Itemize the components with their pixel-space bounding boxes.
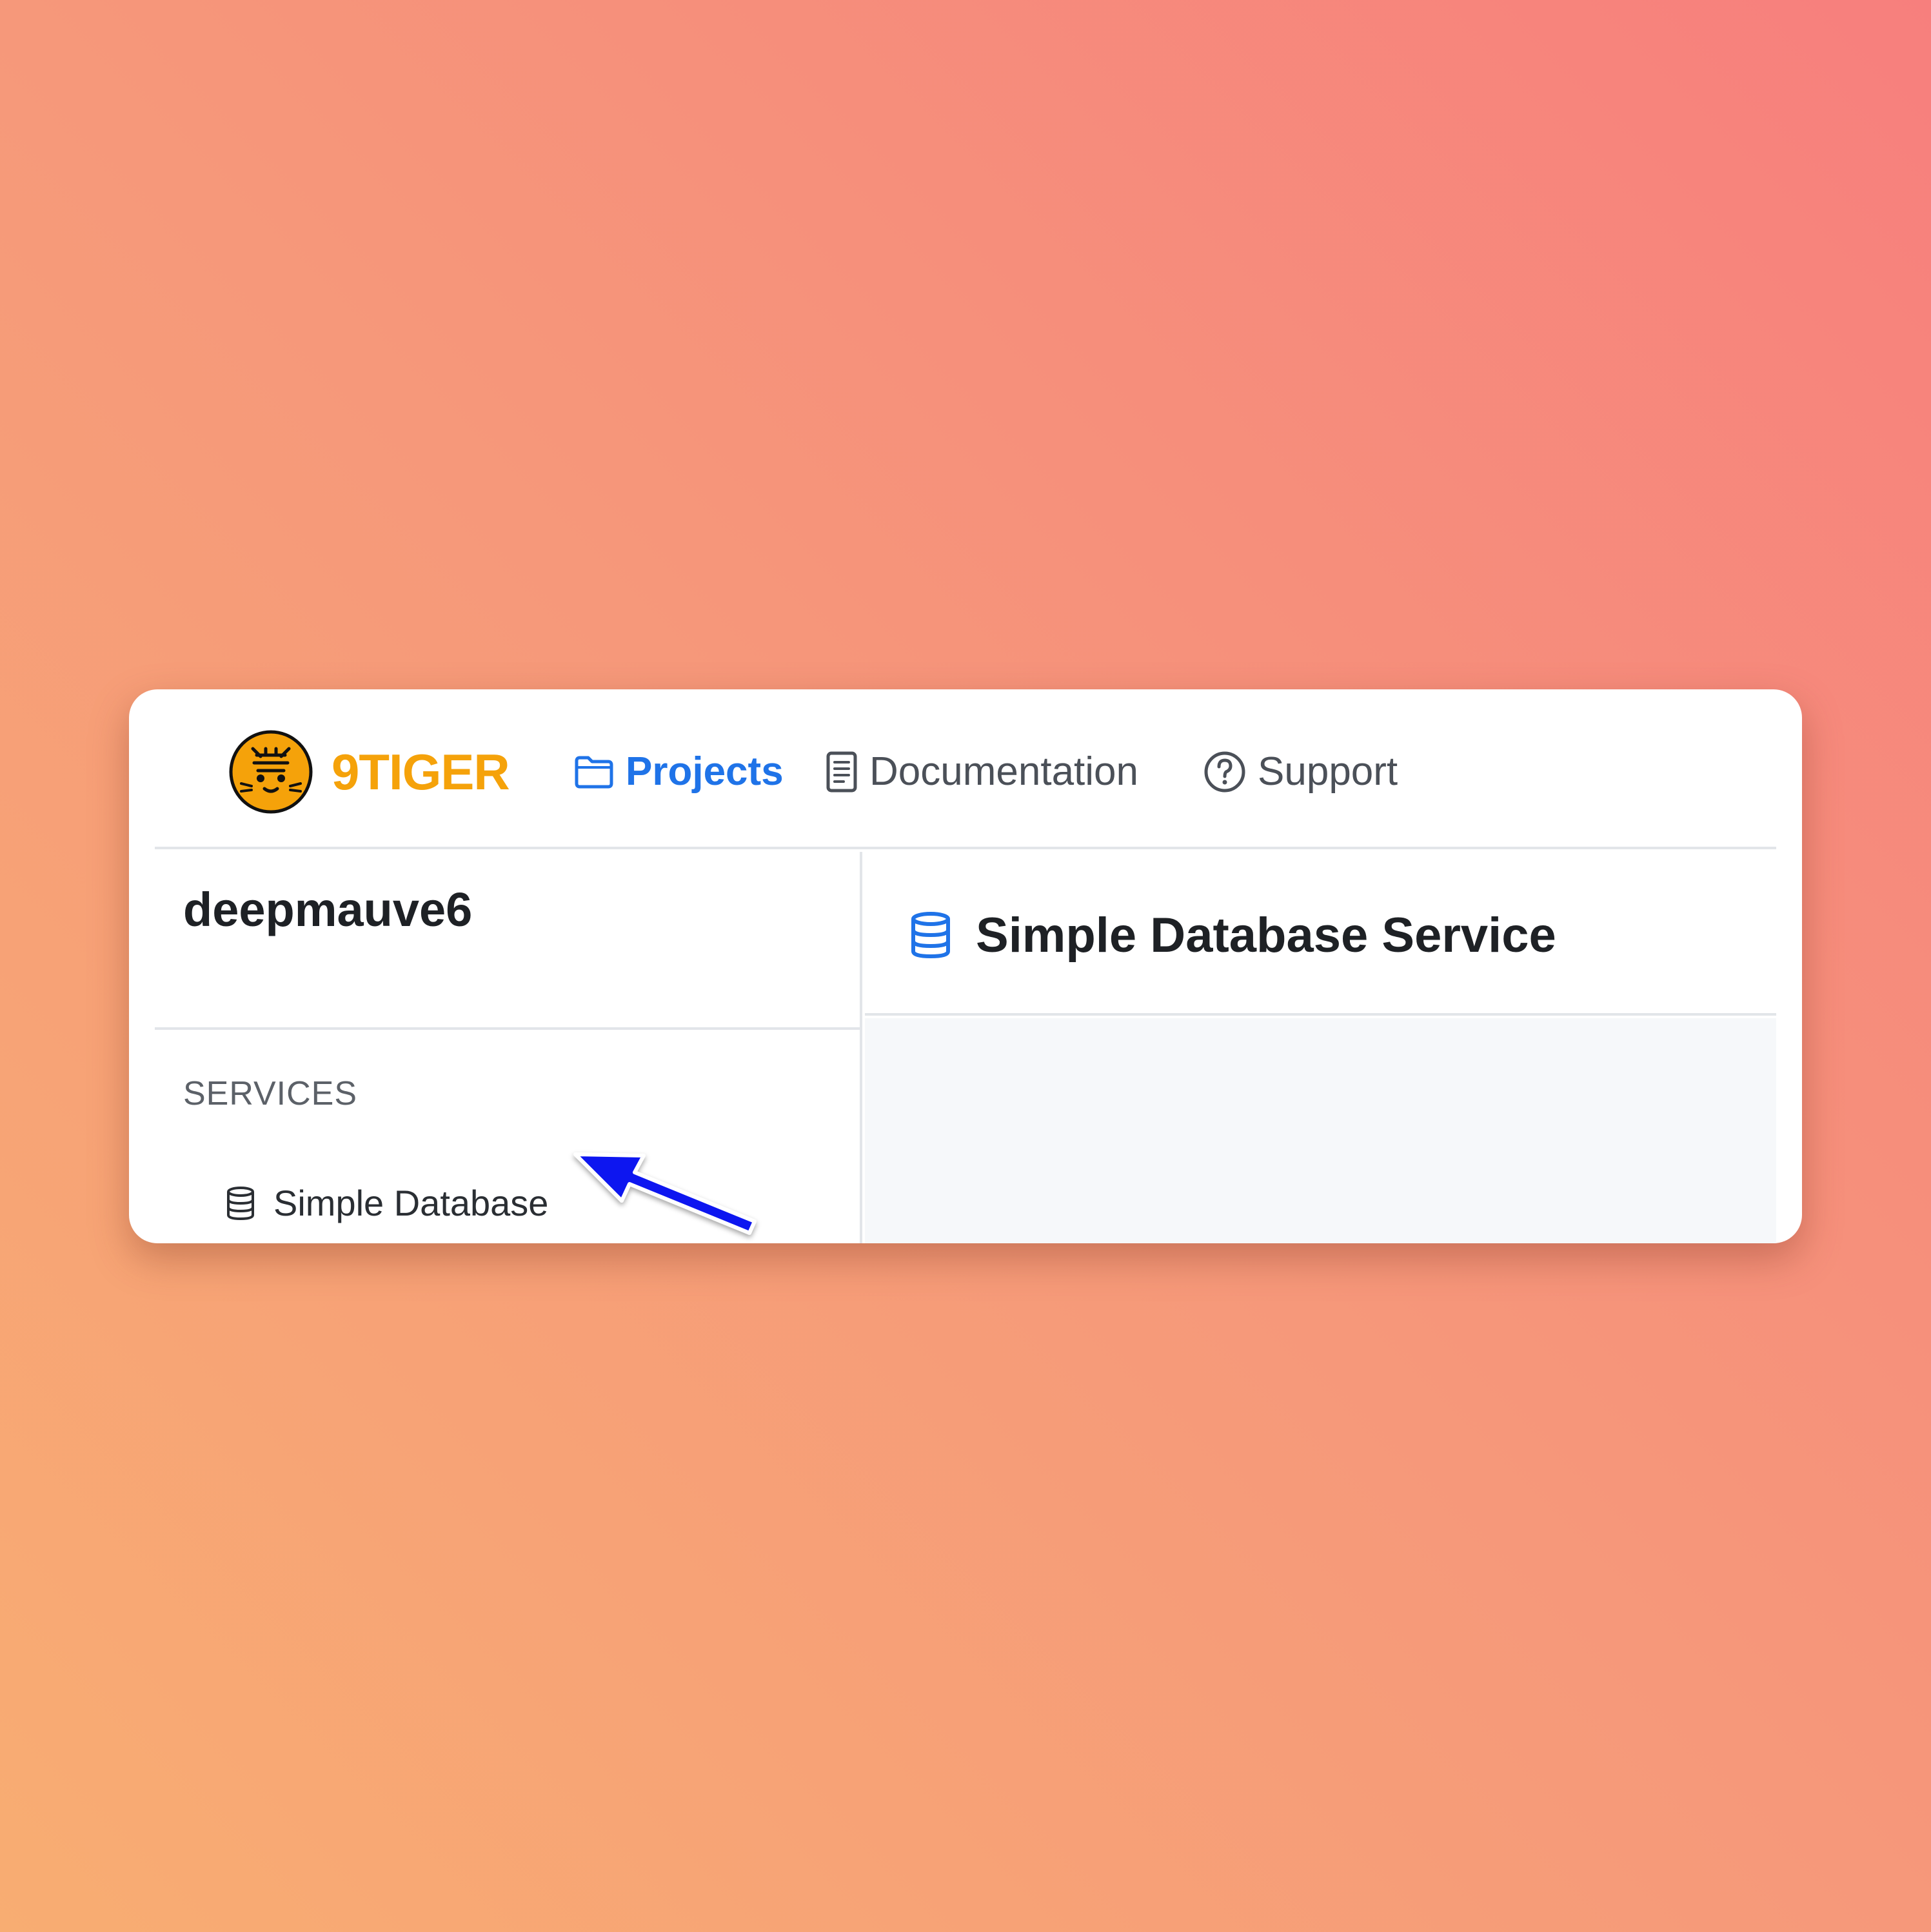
nav-projects-label: Projects	[626, 749, 784, 794]
annotation-arrow-icon	[573, 1152, 757, 1235]
folder-icon	[575, 756, 613, 789]
help-circle-icon	[1204, 751, 1245, 793]
database-icon	[911, 912, 950, 959]
top-navigation-bar: 9TIGER Projects Documentation Support	[155, 689, 1776, 849]
nav-projects[interactable]: Projects	[574, 741, 784, 803]
page-title: Simple Database Service	[910, 903, 1556, 968]
tiger-logo-icon[interactable]	[228, 729, 313, 814]
database-icon	[227, 1187, 254, 1221]
nav-documentation[interactable]: Documentation	[826, 741, 1138, 803]
sidebar-item-simple-database[interactable]: Simple Database	[226, 1178, 548, 1229]
project-name: deepmauve6	[183, 883, 473, 936]
sidebar-item-label: Simple Database	[273, 1183, 549, 1223]
main-header: Simple Database Service	[865, 852, 1776, 1016]
main-content: Simple Database Service	[865, 852, 1776, 1243]
main-body-empty	[865, 1018, 1776, 1243]
nav-support-label: Support	[1258, 749, 1398, 794]
sidebar-header-divider	[155, 1027, 862, 1030]
brand-name[interactable]: 9TIGER	[332, 741, 510, 803]
app-window: 9TIGER Projects Documentation Support de…	[129, 689, 1802, 1243]
document-icon	[826, 751, 857, 793]
nav-support[interactable]: Support	[1203, 741, 1398, 803]
nav-documentation-label: Documentation	[869, 749, 1139, 794]
page-title-text: Simple Database Service	[976, 908, 1556, 963]
services-section-label: SERVICES	[183, 1075, 358, 1112]
